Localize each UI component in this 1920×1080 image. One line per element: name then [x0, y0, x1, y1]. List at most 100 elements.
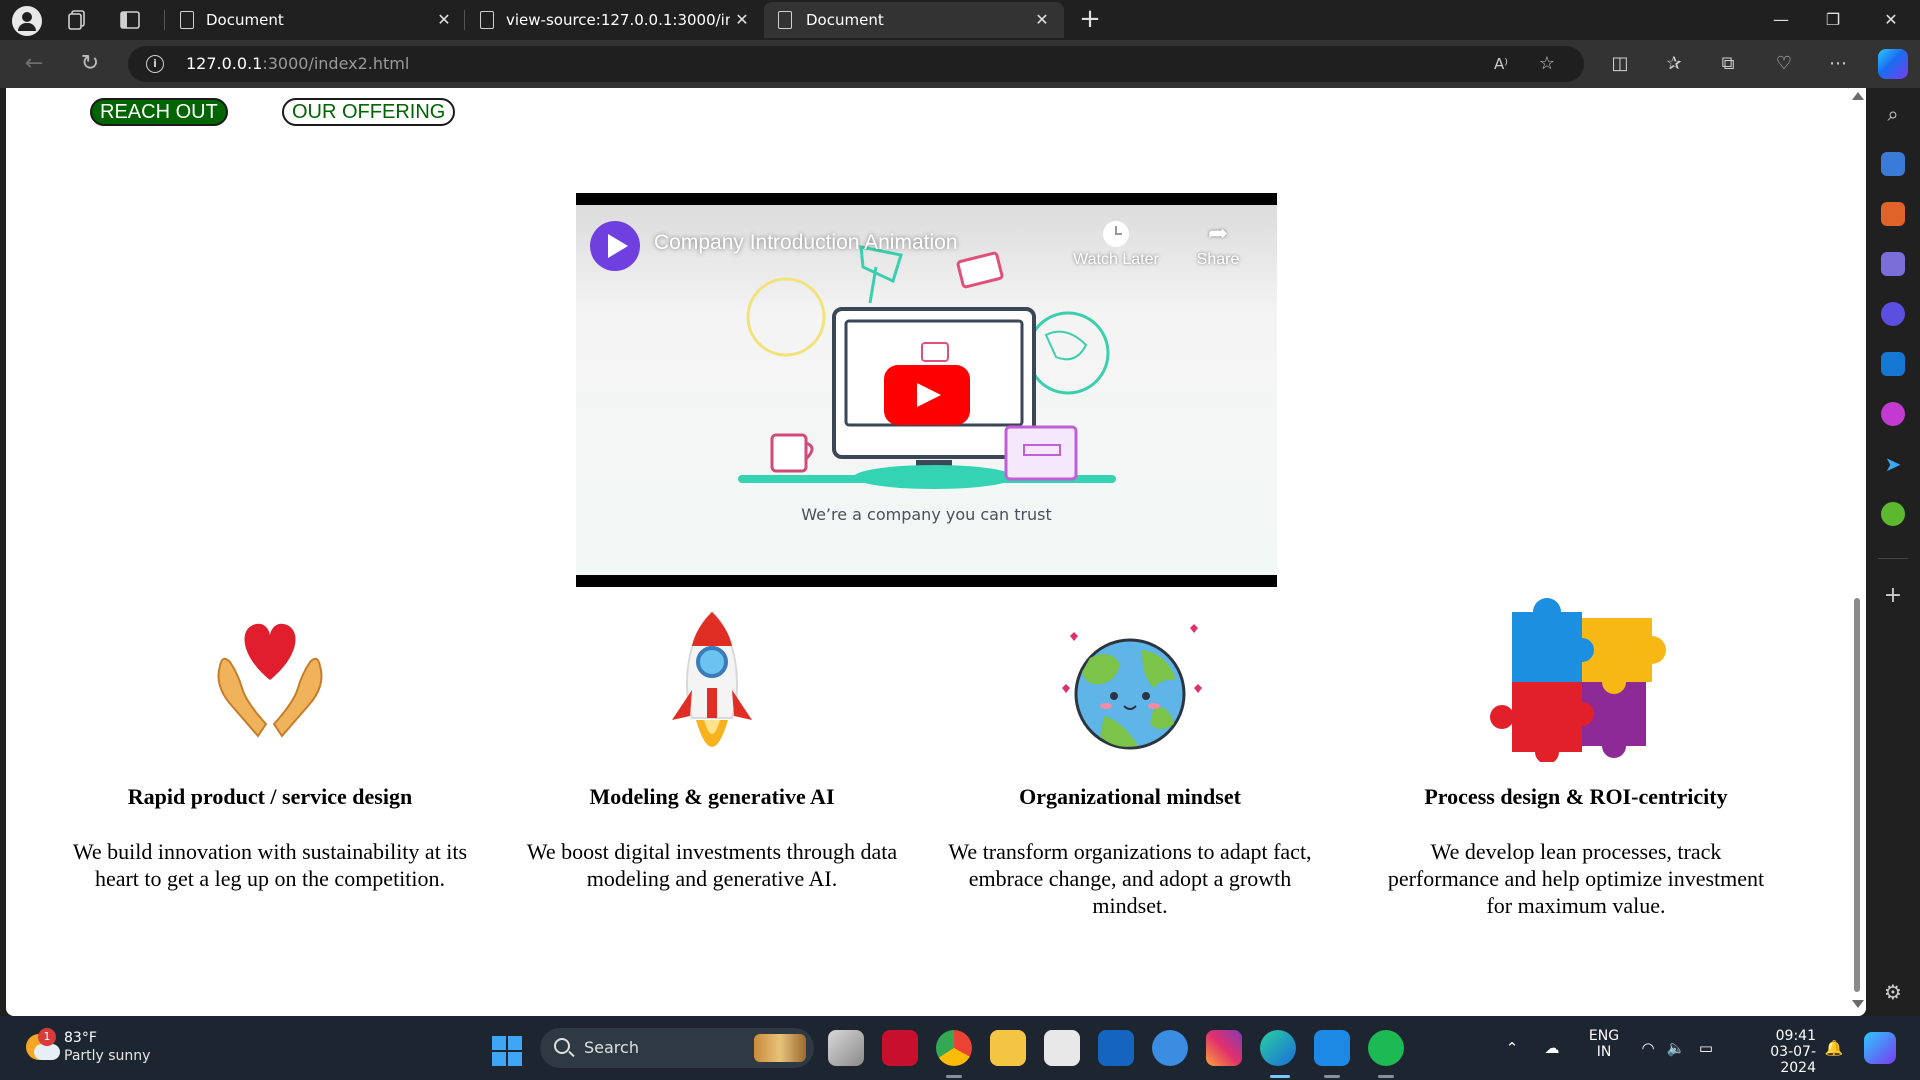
feature-card-process-design: Process design & ROI-centricity We devel… [1366, 598, 1786, 918]
tools-briefcase-icon[interactable] [1881, 202, 1905, 226]
tab-title: Document [206, 11, 284, 29]
designer-icon[interactable] [1881, 402, 1905, 426]
weather-widget[interactable]: 1 83°F Partly sunny [20, 1028, 220, 1068]
address-bar[interactable]: i 127.0.0.1:3000/index2.html A⁾ ☆ [128, 46, 1584, 82]
notification-badge: 1 [38, 1028, 56, 1046]
restore-button[interactable]: ❐ [1808, 6, 1858, 34]
tab-title: Document [806, 11, 884, 29]
volume-icon[interactable]: 🔈 [1666, 1038, 1686, 1058]
earth-icon [1062, 624, 1202, 750]
scrollbar-thumb[interactable] [1854, 598, 1860, 992]
scroll-down-arrow-icon[interactable] [1852, 1000, 1864, 1008]
instagram-icon[interactable] [1206, 1030, 1242, 1066]
task-view-icon[interactable] [828, 1030, 864, 1066]
favorites-icon[interactable]: ✰ [1662, 52, 1686, 76]
clock-icon [1103, 221, 1129, 247]
vertical-tabs-icon[interactable] [118, 8, 142, 32]
rocket-icon [672, 610, 752, 747]
document-icon [778, 11, 792, 29]
minimize-button[interactable]: — [1756, 6, 1806, 34]
close-window-button[interactable]: ✕ [1866, 6, 1916, 34]
back-arrow-icon[interactable]: ← [22, 52, 46, 76]
tab-title: view-source:127.0.0.1:3000/index [506, 11, 730, 29]
copilot-designer-icon[interactable] [1881, 302, 1905, 326]
file-explorer-icon[interactable] [990, 1030, 1026, 1066]
new-tab-button[interactable]: + [1074, 4, 1106, 36]
our-offering-button[interactable]: OUR OFFERING [282, 98, 456, 126]
feature-title: Organizational mindset [1019, 784, 1241, 809]
tab-view-source[interactable]: view-source:127.0.0.1:3000/index ✕ [472, 2, 762, 38]
favorite-star-icon[interactable]: ☆ [1536, 53, 1558, 75]
spotify-icon[interactable] [1368, 1030, 1404, 1066]
search-highlight-image [754, 1034, 806, 1062]
temperature: 83°F [64, 1030, 97, 1046]
browser-essentials-icon[interactable]: ♡ [1772, 52, 1796, 76]
myhp-icon[interactable] [1098, 1030, 1134, 1066]
onedrive-offline-icon[interactable]: ☁ [1542, 1038, 1562, 1058]
notification-bell-icon[interactable]: 🔔 [1824, 1038, 1844, 1058]
time-text: 09:41 [1775, 1028, 1816, 1044]
cloud-icon [34, 1044, 60, 1060]
send-icon[interactable]: ➤ [1881, 452, 1905, 476]
tab-strip: Document ✕ view-source:127.0.0.1:3000/in… [0, 0, 1920, 40]
chrome-icon[interactable] [936, 1030, 972, 1066]
search-icon[interactable]: ⌕ [1881, 102, 1905, 126]
share-button[interactable]: ➦ Share [1168, 221, 1268, 269]
windows-taskbar: 1 83°F Partly sunny Search ⌃ ☁ ENG IN ◠ … [0, 1016, 1920, 1080]
url-text[interactable]: 127.0.0.1:3000/index2.html [186, 54, 409, 73]
collections-icon[interactable]: ⧉ [1716, 52, 1740, 76]
reach-out-button[interactable]: REACH OUT [90, 98, 228, 126]
copilot-taskbar-icon[interactable] [1864, 1032, 1896, 1064]
page-scrollbar[interactable] [1850, 88, 1866, 1016]
close-tab-icon[interactable]: ✕ [432, 8, 456, 32]
embedded-video-player[interactable]: Company Introduction Animation Watch Lat… [576, 193, 1277, 587]
windows-start-icon[interactable] [492, 1036, 522, 1066]
outlook-icon[interactable] [1881, 352, 1905, 376]
clock[interactable]: 09:41 03-07-2024 [1736, 1028, 1816, 1076]
split-screen-icon[interactable]: ◫ [1608, 52, 1632, 76]
get-help-icon[interactable] [1152, 1030, 1188, 1066]
microsoft-store-icon[interactable] [1044, 1030, 1080, 1066]
site-info-icon[interactable]: i [146, 55, 164, 73]
shopping-tag-icon[interactable] [1881, 152, 1905, 176]
profile-avatar-icon[interactable] [12, 6, 42, 36]
channel-logo-play-icon[interactable] [590, 221, 640, 271]
page-viewport: REACH OUT OUR OFFERING Company Introduct… [6, 88, 1866, 1016]
youtube-play-button[interactable] [884, 365, 970, 425]
scroll-up-arrow-icon[interactable] [1852, 92, 1864, 100]
games-icon[interactable] [1881, 252, 1905, 276]
document-icon [480, 11, 494, 29]
tab-document-1[interactable]: Document ✕ [172, 2, 462, 38]
close-tab-icon[interactable]: ✕ [730, 8, 754, 32]
close-tab-icon[interactable]: ✕ [1030, 8, 1054, 32]
wifi-icon[interactable]: ◠ [1638, 1038, 1658, 1058]
video-title[interactable]: Company Introduction Animation [654, 231, 958, 255]
puzzle-icon [1490, 598, 1666, 762]
share-arrow-icon: ➦ [1207, 220, 1229, 247]
sidebar-settings-gear-icon[interactable]: ⚙ [1881, 980, 1905, 1004]
workspaces-icon[interactable] [66, 8, 90, 32]
more-menu-icon[interactable]: ⋯ [1826, 52, 1850, 76]
taskbar-search-box[interactable]: Search [540, 1028, 814, 1068]
mcafee-icon[interactable] [882, 1030, 918, 1066]
tree-icon[interactable] [1881, 502, 1905, 526]
date-text: 03-07-2024 [1770, 1044, 1816, 1076]
add-sidebar-app-icon[interactable]: + [1881, 584, 1905, 608]
battery-icon[interactable]: ▭ [1696, 1038, 1716, 1058]
tab-document-active[interactable]: Document ✕ [764, 2, 1064, 38]
watch-later-button[interactable]: Watch Later [1066, 221, 1166, 269]
weather-condition: Partly sunny [64, 1048, 151, 1064]
copilot-icon[interactable] [1878, 49, 1908, 79]
chevron-up-icon[interactable]: ⌃ [1502, 1038, 1522, 1058]
feature-card-product-design: Rapid product / service design We build … [60, 598, 480, 891]
read-aloud-icon[interactable]: A⁾ [1490, 53, 1512, 75]
language-indicator[interactable]: ENG IN [1586, 1028, 1622, 1060]
language-code: ENG [1588, 1028, 1620, 1044]
edge-icon[interactable] [1260, 1030, 1296, 1066]
feature-card-organizational-mindset: Organizational mindset We transform orga… [920, 598, 1340, 918]
vscode-icon[interactable] [1314, 1030, 1350, 1066]
browser-toolbar: ← ↻ i 127.0.0.1:3000/index2.html A⁾ ☆ ◫ … [0, 40, 1920, 88]
share-label: Share [1196, 251, 1240, 268]
refresh-icon[interactable]: ↻ [78, 52, 102, 76]
video-thumbnail[interactable]: Company Introduction Animation Watch Lat… [576, 205, 1277, 575]
